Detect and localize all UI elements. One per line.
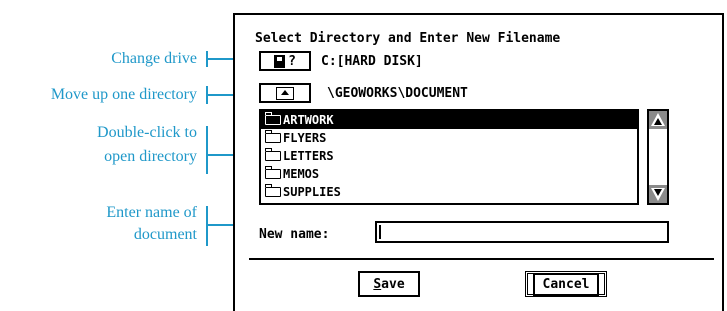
folder-icon xyxy=(264,112,281,125)
callout-enter-name-line1: Enter name of xyxy=(106,204,197,221)
scroll-down-button[interactable] xyxy=(649,185,667,203)
dialog-title: Select Directory and Enter New Filename xyxy=(255,31,561,46)
up-directory-button[interactable] xyxy=(259,83,311,103)
folder-icon xyxy=(264,184,281,197)
folder-icon xyxy=(264,148,281,161)
folder-icon xyxy=(264,130,281,143)
current-drive: C:[HARD DISK] xyxy=(321,54,423,69)
list-item[interactable]: MEMOS xyxy=(261,165,637,183)
callout-double-click-line1: Double-click to xyxy=(97,124,197,141)
scroll-up-arrow-icon xyxy=(649,111,667,129)
list-item-label: LETTERS xyxy=(283,149,334,163)
callout-move-up: Move up one directory xyxy=(51,86,197,104)
callout-double-click: Double-click to open directory xyxy=(97,124,197,166)
callout-double-click-line2: open directory xyxy=(104,148,197,165)
new-name-input[interactable] xyxy=(375,221,669,243)
text-caret xyxy=(379,225,381,239)
list-item[interactable]: ARTWORK xyxy=(261,111,637,129)
dialog-divider xyxy=(249,258,714,260)
callout-move-up-text: Move up one directory xyxy=(50,86,197,103)
callout-enter-name-line2: document xyxy=(133,226,197,243)
scroll-up-button[interactable] xyxy=(649,111,667,129)
callout-enter-name: Enter name of document xyxy=(106,204,197,244)
file-dialog: Select Directory and Enter New Filename … xyxy=(233,13,724,311)
callout-double-click-bar xyxy=(206,126,208,174)
callout-change-drive: Change drive xyxy=(111,50,197,68)
change-drive-button-label: ? xyxy=(288,53,296,69)
directory-list[interactable]: ARTWORK FLYERS LETTERS MEMOS SUPPLIES xyxy=(259,109,639,205)
list-item-label: MEMOS xyxy=(283,167,320,181)
list-item-label: SUPPLIES xyxy=(283,185,341,199)
save-button[interactable]: Save xyxy=(358,271,420,297)
list-item[interactable]: FLYERS xyxy=(261,129,637,147)
list-item-label: FLYERS xyxy=(283,131,327,145)
floppy-disk-icon xyxy=(274,54,286,68)
new-name-label: New name: xyxy=(259,227,330,242)
change-drive-button[interactable]: ? xyxy=(259,51,311,71)
callout-change-drive-text: Change drive xyxy=(111,50,197,67)
list-item[interactable]: SUPPLIES xyxy=(261,183,637,201)
scroll-down-arrow-icon xyxy=(649,185,667,203)
list-item[interactable]: LETTERS xyxy=(261,147,637,165)
current-path: \GEOWORKS\DOCUMENT xyxy=(327,86,468,101)
cancel-button-label: Cancel xyxy=(532,272,600,296)
up-directory-icon xyxy=(276,86,294,100)
list-item-label: ARTWORK xyxy=(283,113,334,127)
callout-enter-name-bar xyxy=(206,206,208,246)
list-scrollbar[interactable] xyxy=(647,109,669,205)
cancel-button[interactable]: Cancel xyxy=(525,271,607,297)
save-button-label: Save xyxy=(373,276,405,292)
folder-icon xyxy=(264,166,281,179)
